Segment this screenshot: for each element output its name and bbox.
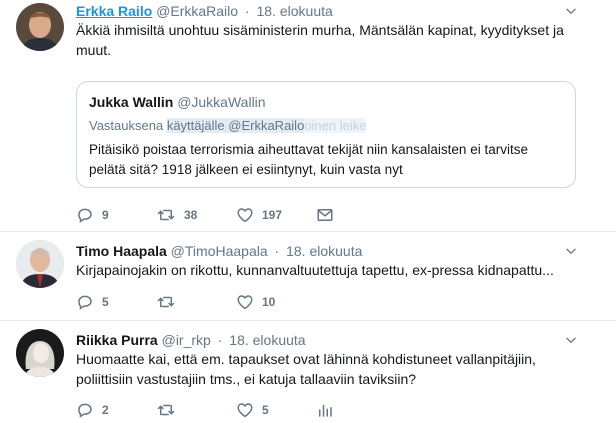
username[interactable]: @TimoHaapala [171,243,268,259]
tweet-header: Erkka Railo @ErkkaRailo · 18. elokuuta [76,2,333,20]
like-count: 197 [262,208,283,222]
envelope-icon [316,206,334,224]
like-button[interactable]: 197 [236,206,282,224]
reply-button[interactable]: 9 [76,206,109,224]
like-button[interactable]: 5 [236,401,269,419]
reply-icon [76,293,94,311]
avatar[interactable] [16,329,64,377]
retweet-button[interactable]: 38 [156,206,197,224]
quoted-tweet-text: Pitäisikö poistaa terrorismia aiheuttava… [89,142,528,177]
username[interactable]: @ErkkaRailo [156,3,238,19]
quoted-tweet[interactable]: Jukka Wallin @JukkaWallin Vastauksena kä… [76,81,576,188]
retweet-button[interactable] [156,401,176,419]
chevron-down-icon[interactable] [564,4,578,18]
reply-count: 2 [102,403,109,417]
avatar-image [16,240,64,288]
retweet-icon [156,206,176,224]
separator: · [217,332,223,348]
chevron-down-icon[interactable] [564,333,578,347]
tweet-erkka-railo[interactable]: Erkka Railo @ErkkaRailo · 18. elokuuta Ä… [0,0,616,231]
tweet-text: Huomaatte kai, että em. tapaukset ovat l… [76,351,536,387]
avatar-image [16,3,64,51]
reply-count: 5 [102,295,109,309]
reply-icon [76,206,94,224]
quoted-tweet-header: Jukka Wallin @JukkaWallin [89,94,266,110]
timestamp[interactable]: 18. elokuuta [229,332,305,348]
tweet-timo-haapala[interactable]: Timo Haapala @TimoHaapala · 18. elokuuta… [0,232,616,320]
quoted-display-name: Jukka Wallin [89,94,174,110]
separator: · [274,243,280,259]
tweet-header: Riikka Purra @ir_rkp · 18. elokuuta [76,331,306,349]
avatar[interactable] [16,240,64,288]
avatar[interactable] [16,3,64,51]
reply-button[interactable]: 5 [76,293,109,311]
reply-user-link[interactable]: käyttäjälle @ErkkaRailo [166,118,305,133]
reply-button[interactable]: 2 [76,401,109,419]
tweet-text: Kirjapainojakin on rikottu, kunnanvaltuu… [76,262,554,278]
reply-icon [76,401,94,419]
tweet-header: Timo Haapala @TimoHaapala · 18. elokuuta [76,242,362,260]
reply-faded-text: oinen leike [304,118,367,133]
retweet-button[interactable] [156,293,176,311]
quoted-username: @JukkaWallin [177,94,266,110]
retweet-count: 38 [184,208,198,222]
separator: · [244,3,250,19]
tweet-riikka-purra[interactable]: Riikka Purra @ir_rkp · 18. elokuuta Huom… [0,321,616,423]
avatar-image [16,329,64,377]
display-name[interactable]: Timo Haapala [76,243,167,259]
heart-icon [236,206,254,224]
tweet-text: Äkkiä ihmisiltä unohtuu sisäministerin m… [76,22,564,58]
retweet-icon [156,293,176,311]
analytics-icon [316,401,334,419]
display-name[interactable]: Erkka Railo [76,3,152,19]
retweet-icon [156,401,176,419]
chevron-down-icon[interactable] [564,244,578,258]
direct-message-button[interactable] [316,206,334,224]
heart-icon [236,293,254,311]
username[interactable]: @ir_rkp [162,332,211,348]
timestamp[interactable]: 18. elokuuta [257,3,333,19]
display-name[interactable]: Riikka Purra [76,332,158,348]
like-count: 5 [262,403,269,417]
like-button[interactable]: 10 [236,293,275,311]
like-count: 10 [262,295,276,309]
reply-prefix: Vastauksena [89,118,164,133]
timestamp[interactable]: 18. elokuuta [286,243,362,259]
reply-count: 9 [102,208,109,222]
analytics-button[interactable] [316,401,334,419]
reply-context: Vastauksena käyttäjälle @ErkkaRailooinen… [89,118,367,133]
heart-icon [236,401,254,419]
